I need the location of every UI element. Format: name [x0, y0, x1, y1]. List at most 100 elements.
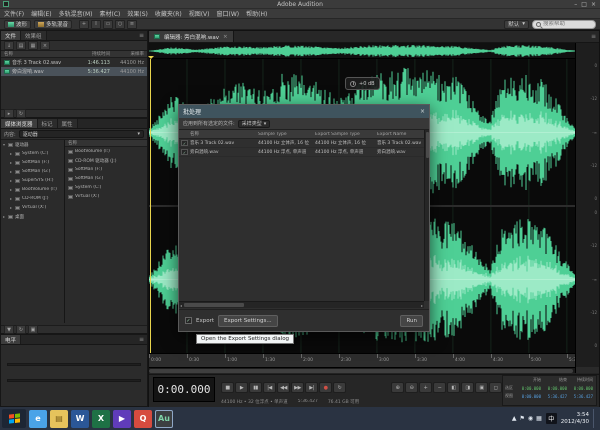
- contents-dropdown[interactable]: 驱动器 ▾: [19, 130, 144, 138]
- scroll-left-icon[interactable]: ◂: [180, 303, 182, 308]
- dialog-close-icon[interactable]: ×: [420, 108, 425, 115]
- workspace-dropdown[interactable]: 默认 ▾: [504, 20, 529, 29]
- transport-loop-button[interactable]: ↻: [333, 382, 346, 393]
- amplitude-ruler[interactable]: 0-12-∞-1200-12-∞-120: [575, 43, 599, 367]
- tree-item[interactable]: ▸SoftMan (G:): [1, 167, 64, 176]
- tree-item[interactable]: ▸Virtual (X:): [1, 203, 64, 212]
- lasso-selection-tool-icon[interactable]: ○: [115, 20, 125, 29]
- transport-stop-button[interactable]: ■: [221, 382, 234, 393]
- waveform-overview[interactable]: [149, 43, 575, 59]
- time-selection-tool-icon[interactable]: I: [91, 20, 101, 29]
- volume-icon[interactable]: ◉: [528, 415, 533, 422]
- tab-markers[interactable]: 标记: [38, 119, 58, 128]
- spot-healing-tool-icon[interactable]: ≡: [127, 20, 137, 29]
- apply-dropdown[interactable]: 采样类型 ▾: [238, 120, 271, 128]
- tab-files[interactable]: 文件: [1, 31, 21, 40]
- menu-clip[interactable]: 素材(C): [99, 9, 120, 18]
- menu-effects[interactable]: 效果(S): [127, 9, 148, 18]
- ime-indicator[interactable]: 中: [546, 413, 557, 424]
- menu-edit[interactable]: 编辑(E): [31, 9, 51, 18]
- taskbar-file-explorer[interactable]: ▤: [50, 410, 68, 428]
- taskbar-excel[interactable]: X: [92, 410, 110, 428]
- new-file-icon[interactable]: ▤: [16, 41, 26, 50]
- transport-skip-back-button[interactable]: |◀: [263, 382, 276, 393]
- playhead-marker[interactable]: [148, 56, 154, 59]
- file-row[interactable]: 音乐 3 Track 02.wav1:46.11344100 Hz: [1, 58, 147, 67]
- tab-properties[interactable]: 属性: [58, 119, 78, 128]
- zoom-in-button[interactable]: ⊕: [391, 382, 404, 393]
- playhead[interactable]: [150, 59, 151, 353]
- filter-icon[interactable]: ▼: [4, 325, 14, 334]
- dialog-title-bar[interactable]: 批处理 ×: [179, 105, 429, 118]
- tree-item[interactable]: ▸CD-ROM (J:): [1, 194, 64, 203]
- tab-levels[interactable]: 电平: [1, 335, 21, 344]
- dialog-file-row[interactable]: ✓音乐 3 Track 02.wav44100 Hz 立体声, 16 位4410…: [179, 139, 424, 148]
- menu-favorites[interactable]: 收藏夹(R): [155, 9, 182, 18]
- transport-play-button[interactable]: ▶: [235, 382, 248, 393]
- insert-into-multitrack-icon[interactable]: ▦: [28, 41, 38, 50]
- row-checkbox[interactable]: ✓: [181, 140, 188, 146]
- scroll-right-icon[interactable]: ▸: [421, 303, 423, 308]
- start-button[interactable]: [2, 409, 26, 428]
- editor-tab[interactable]: 编辑器: 旁白混响.wav ×: [149, 31, 234, 42]
- scrollbar-thumb[interactable]: [184, 303, 244, 307]
- tab-effects-rack[interactable]: 效果组: [21, 31, 47, 40]
- dialog-vertical-scrollbar[interactable]: [424, 130, 429, 301]
- marquee-selection-tool-icon[interactable]: ▭: [103, 20, 113, 29]
- menu-multitrack[interactable]: 多轨混音(M): [59, 9, 93, 18]
- media-list-item[interactable]: CD-ROM 驱动器 (J:): [65, 156, 147, 165]
- gain-hud[interactable]: +0 dB: [345, 77, 380, 90]
- scrollbar-thumb[interactable]: [149, 369, 573, 373]
- network-icon[interactable]: ▦: [536, 415, 542, 422]
- maximize-button[interactable]: □: [581, 1, 587, 8]
- taskbar-media-player[interactable]: ▶: [113, 410, 131, 428]
- export-checkbox[interactable]: ✓: [185, 317, 192, 324]
- panel-menu-icon[interactable]: ≡: [136, 31, 147, 40]
- transport-record-button[interactable]: ●: [319, 382, 332, 393]
- media-list-item[interactable]: BootVolume (I:): [65, 147, 147, 156]
- import-file-icon[interactable]: ↓: [4, 41, 14, 50]
- multitrack-view-button[interactable]: 多轨混音: [34, 20, 72, 29]
- waveform-view-button[interactable]: 波形: [4, 20, 31, 29]
- transport-fast-forward-button[interactable]: ▶▶: [291, 382, 304, 393]
- dialog-file-row[interactable]: ✓旁白混响.wav44100 Hz 浮点, 单声道44100 Hz 浮点, 单声…: [179, 148, 424, 157]
- panel-menu-icon[interactable]: ≡: [136, 335, 147, 344]
- taskbar-clock[interactable]: 3:54 2012/4/30: [561, 412, 589, 425]
- export-settings-button[interactable]: Export Settings...: [218, 315, 278, 327]
- new-folder-icon[interactable]: ▣: [28, 325, 38, 334]
- taskbar-qq[interactable]: Q: [134, 410, 152, 428]
- tree-item[interactable]: ▸SuperSYS (H:): [1, 176, 64, 185]
- play-preview-icon[interactable]: ▸: [4, 109, 14, 118]
- zoom-in-horizontal-button[interactable]: +: [419, 382, 432, 393]
- horizontal-scrollbar[interactable]: [149, 367, 575, 373]
- taskbar-word[interactable]: W: [71, 410, 89, 428]
- help-search-box[interactable]: [532, 20, 596, 29]
- search-input[interactable]: [543, 21, 592, 27]
- tree-item[interactable]: ▸SoftMan (F:): [1, 158, 64, 167]
- row-checkbox[interactable]: ✓: [181, 149, 188, 155]
- tree-item[interactable]: ▾驱动器: [1, 140, 64, 149]
- menu-help[interactable]: 帮助(H): [246, 9, 267, 18]
- transport-skip-forward-button[interactable]: ▶|: [305, 382, 318, 393]
- menu-window[interactable]: 窗口(W): [217, 9, 240, 18]
- menu-file[interactable]: 文件(F): [4, 9, 24, 18]
- gain-knob-icon[interactable]: [350, 81, 356, 87]
- taskbar-adobe-audition[interactable]: Au: [155, 410, 173, 428]
- dialog-horizontal-scrollbar[interactable]: ◂ ▸: [179, 301, 424, 308]
- tree-item[interactable]: ▸System (C:): [1, 149, 64, 158]
- zoom-out-horizontal-button[interactable]: −: [433, 382, 446, 393]
- security-icon[interactable]: ⚑: [519, 415, 524, 422]
- move-tool-icon[interactable]: +: [79, 20, 89, 29]
- panel-menu-icon[interactable]: ≡: [588, 31, 599, 42]
- refresh-icon[interactable]: ↻: [16, 325, 26, 334]
- minimize-button[interactable]: –: [574, 1, 577, 8]
- time-ruler[interactable]: 0:000:301:001:302:002:303:003:304:004:30…: [149, 353, 575, 367]
- transport-rewind-button[interactable]: ◀◀: [277, 382, 290, 393]
- zoom-selection-button[interactable]: ▣: [475, 382, 488, 393]
- media-list-item[interactable]: SoftMan (G:): [65, 174, 147, 183]
- menu-view[interactable]: 视图(V): [189, 9, 210, 18]
- taskbar-internet-explorer[interactable]: e: [29, 410, 47, 428]
- transport-pause-button[interactable]: ▮▮: [249, 382, 262, 393]
- media-list-item[interactable]: SoftMan (F:): [65, 165, 147, 174]
- tab-media-browser[interactable]: 媒体浏览器: [1, 119, 38, 128]
